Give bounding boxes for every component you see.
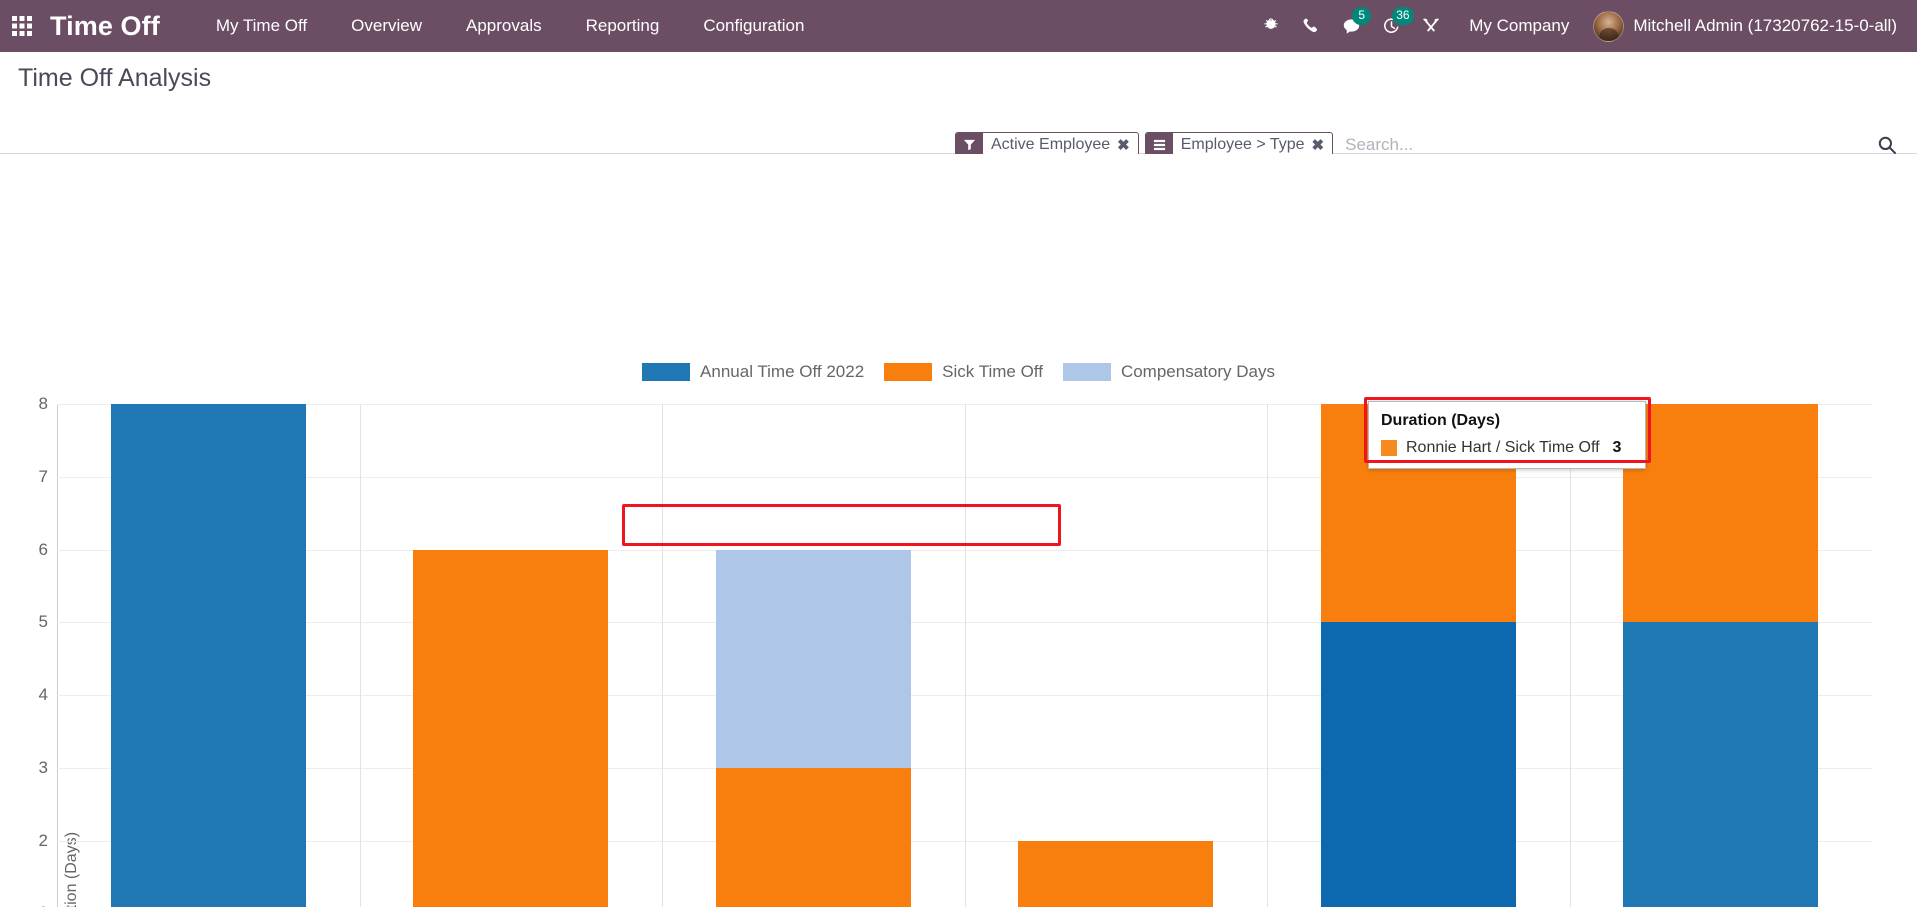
menu-item-configuration[interactable]: Configuration: [681, 0, 826, 52]
chart-legend: Annual Time Off 2022 Sick Time Off Compens…: [0, 360, 1917, 384]
y-axis-title: Duration (Days): [63, 831, 80, 907]
chart-bar[interactable]: [715, 767, 911, 907]
navbar-systray: 5 36 My Company Mitchell Admin (17320762…: [1251, 0, 1905, 52]
filter-icon: [956, 132, 983, 157]
avatar: [1593, 10, 1625, 42]
chart-bar[interactable]: [1623, 404, 1819, 623]
y-axis-tick: 1: [4, 903, 48, 907]
phone-icon[interactable]: [1291, 0, 1331, 52]
x-gridline: [964, 404, 966, 907]
chart-bar[interactable]: [413, 549, 609, 907]
legend-item[interactable]: Sick Time Off: [874, 360, 1053, 384]
control-panel: Time Off Analysis Active Employee ✖ Empl…: [0, 52, 1917, 229]
chart-bar[interactable]: [1320, 622, 1516, 907]
y-axis-tick: 5: [38, 612, 48, 632]
legend-label: Annual Time Off 2022: [700, 362, 865, 381]
chart-bar[interactable]: [1018, 840, 1214, 907]
legend-label: Compensatory Days: [1120, 362, 1275, 381]
y-axis-tick: 7: [38, 466, 48, 486]
page-title: Time Off Analysis: [18, 64, 212, 92]
legend-swatch: [642, 363, 691, 381]
chart-legend-items: Annual Time Off 2022 Sick Time Off Compens…: [632, 360, 1285, 384]
y-axis-tick: 3: [38, 757, 48, 777]
messages-icon[interactable]: 5: [1331, 0, 1372, 52]
tooltip-swatch: [1381, 440, 1397, 456]
bug-icon[interactable]: [1251, 0, 1291, 52]
y-axis-line: [57, 404, 58, 907]
app-brand[interactable]: Time Off: [50, 11, 160, 42]
y-axis-tick: 8: [38, 394, 48, 413]
chart-bar[interactable]: [110, 404, 306, 907]
chart-bar[interactable]: [1623, 622, 1819, 907]
legend-item[interactable]: Annual Time Off 2022: [632, 360, 874, 384]
tools-icon[interactable]: [1411, 0, 1451, 52]
tooltip-series-label: Ronnie Hart / Sick Time Off: [1406, 439, 1600, 456]
chart-plot-area: Duration (Days) 012345678Anita OliverMar…: [39, 394, 1872, 907]
messages-badge: 5: [1352, 7, 1372, 25]
tooltip-row: Ronnie Hart / Sick Time Off 3: [1381, 439, 1633, 457]
graph-view: Annual Time Off 2022 Sick Time Off Compens…: [0, 154, 1917, 907]
close-icon[interactable]: ✖: [1310, 133, 1333, 157]
facet-label: Active Employee: [991, 135, 1111, 153]
menu-item-my-time-off[interactable]: My Time Off: [194, 0, 329, 52]
facet-label: Employee > Type: [1180, 135, 1305, 153]
menu-item-reporting[interactable]: Reporting: [564, 0, 682, 52]
top-navbar: Time Off My Time Off Overview Approvals …: [0, 0, 1917, 52]
tooltip-value: 3: [1612, 439, 1622, 456]
x-gridline: [359, 404, 361, 907]
legend-label: Sick Time Off: [942, 362, 1043, 381]
chart-bar[interactable]: [715, 549, 911, 768]
y-axis-tick: 2: [38, 830, 48, 850]
group-by-icon: [1145, 132, 1173, 157]
x-gridline: [1267, 404, 1268, 907]
x-gridline: [1569, 404, 1571, 907]
activities-clock-icon[interactable]: 36: [1371, 0, 1414, 52]
chart-tooltip: Duration (Days) Ronnie Hart / Sick Time …: [1368, 401, 1646, 469]
legend-swatch: [884, 363, 933, 381]
control-panel-top-row: Time Off Analysis: [0, 52, 1917, 102]
user-name: Mitchell Admin (17320762-15-0-all): [1633, 16, 1897, 35]
menu-item-overview[interactable]: Overview: [329, 0, 444, 52]
legend-item[interactable]: Compensatory Days: [1053, 360, 1285, 384]
menu-item-approvals[interactable]: Approvals: [444, 0, 564, 52]
legend-swatch: [1062, 363, 1111, 381]
apps-grid-icon[interactable]: [0, 0, 44, 52]
tooltip-title: Duration (Days): [1381, 412, 1501, 429]
y-axis-tick: 6: [38, 539, 48, 559]
y-axis-tick: 4: [38, 685, 48, 704]
company-switcher[interactable]: My Company: [1451, 16, 1587, 36]
close-icon[interactable]: ✖: [1115, 133, 1138, 157]
x-gridline: [662, 404, 663, 907]
main-menu: My Time Off Overview Approvals Reporting…: [194, 0, 827, 52]
user-menu[interactable]: Mitchell Admin (17320762-15-0-all): [1587, 10, 1905, 42]
